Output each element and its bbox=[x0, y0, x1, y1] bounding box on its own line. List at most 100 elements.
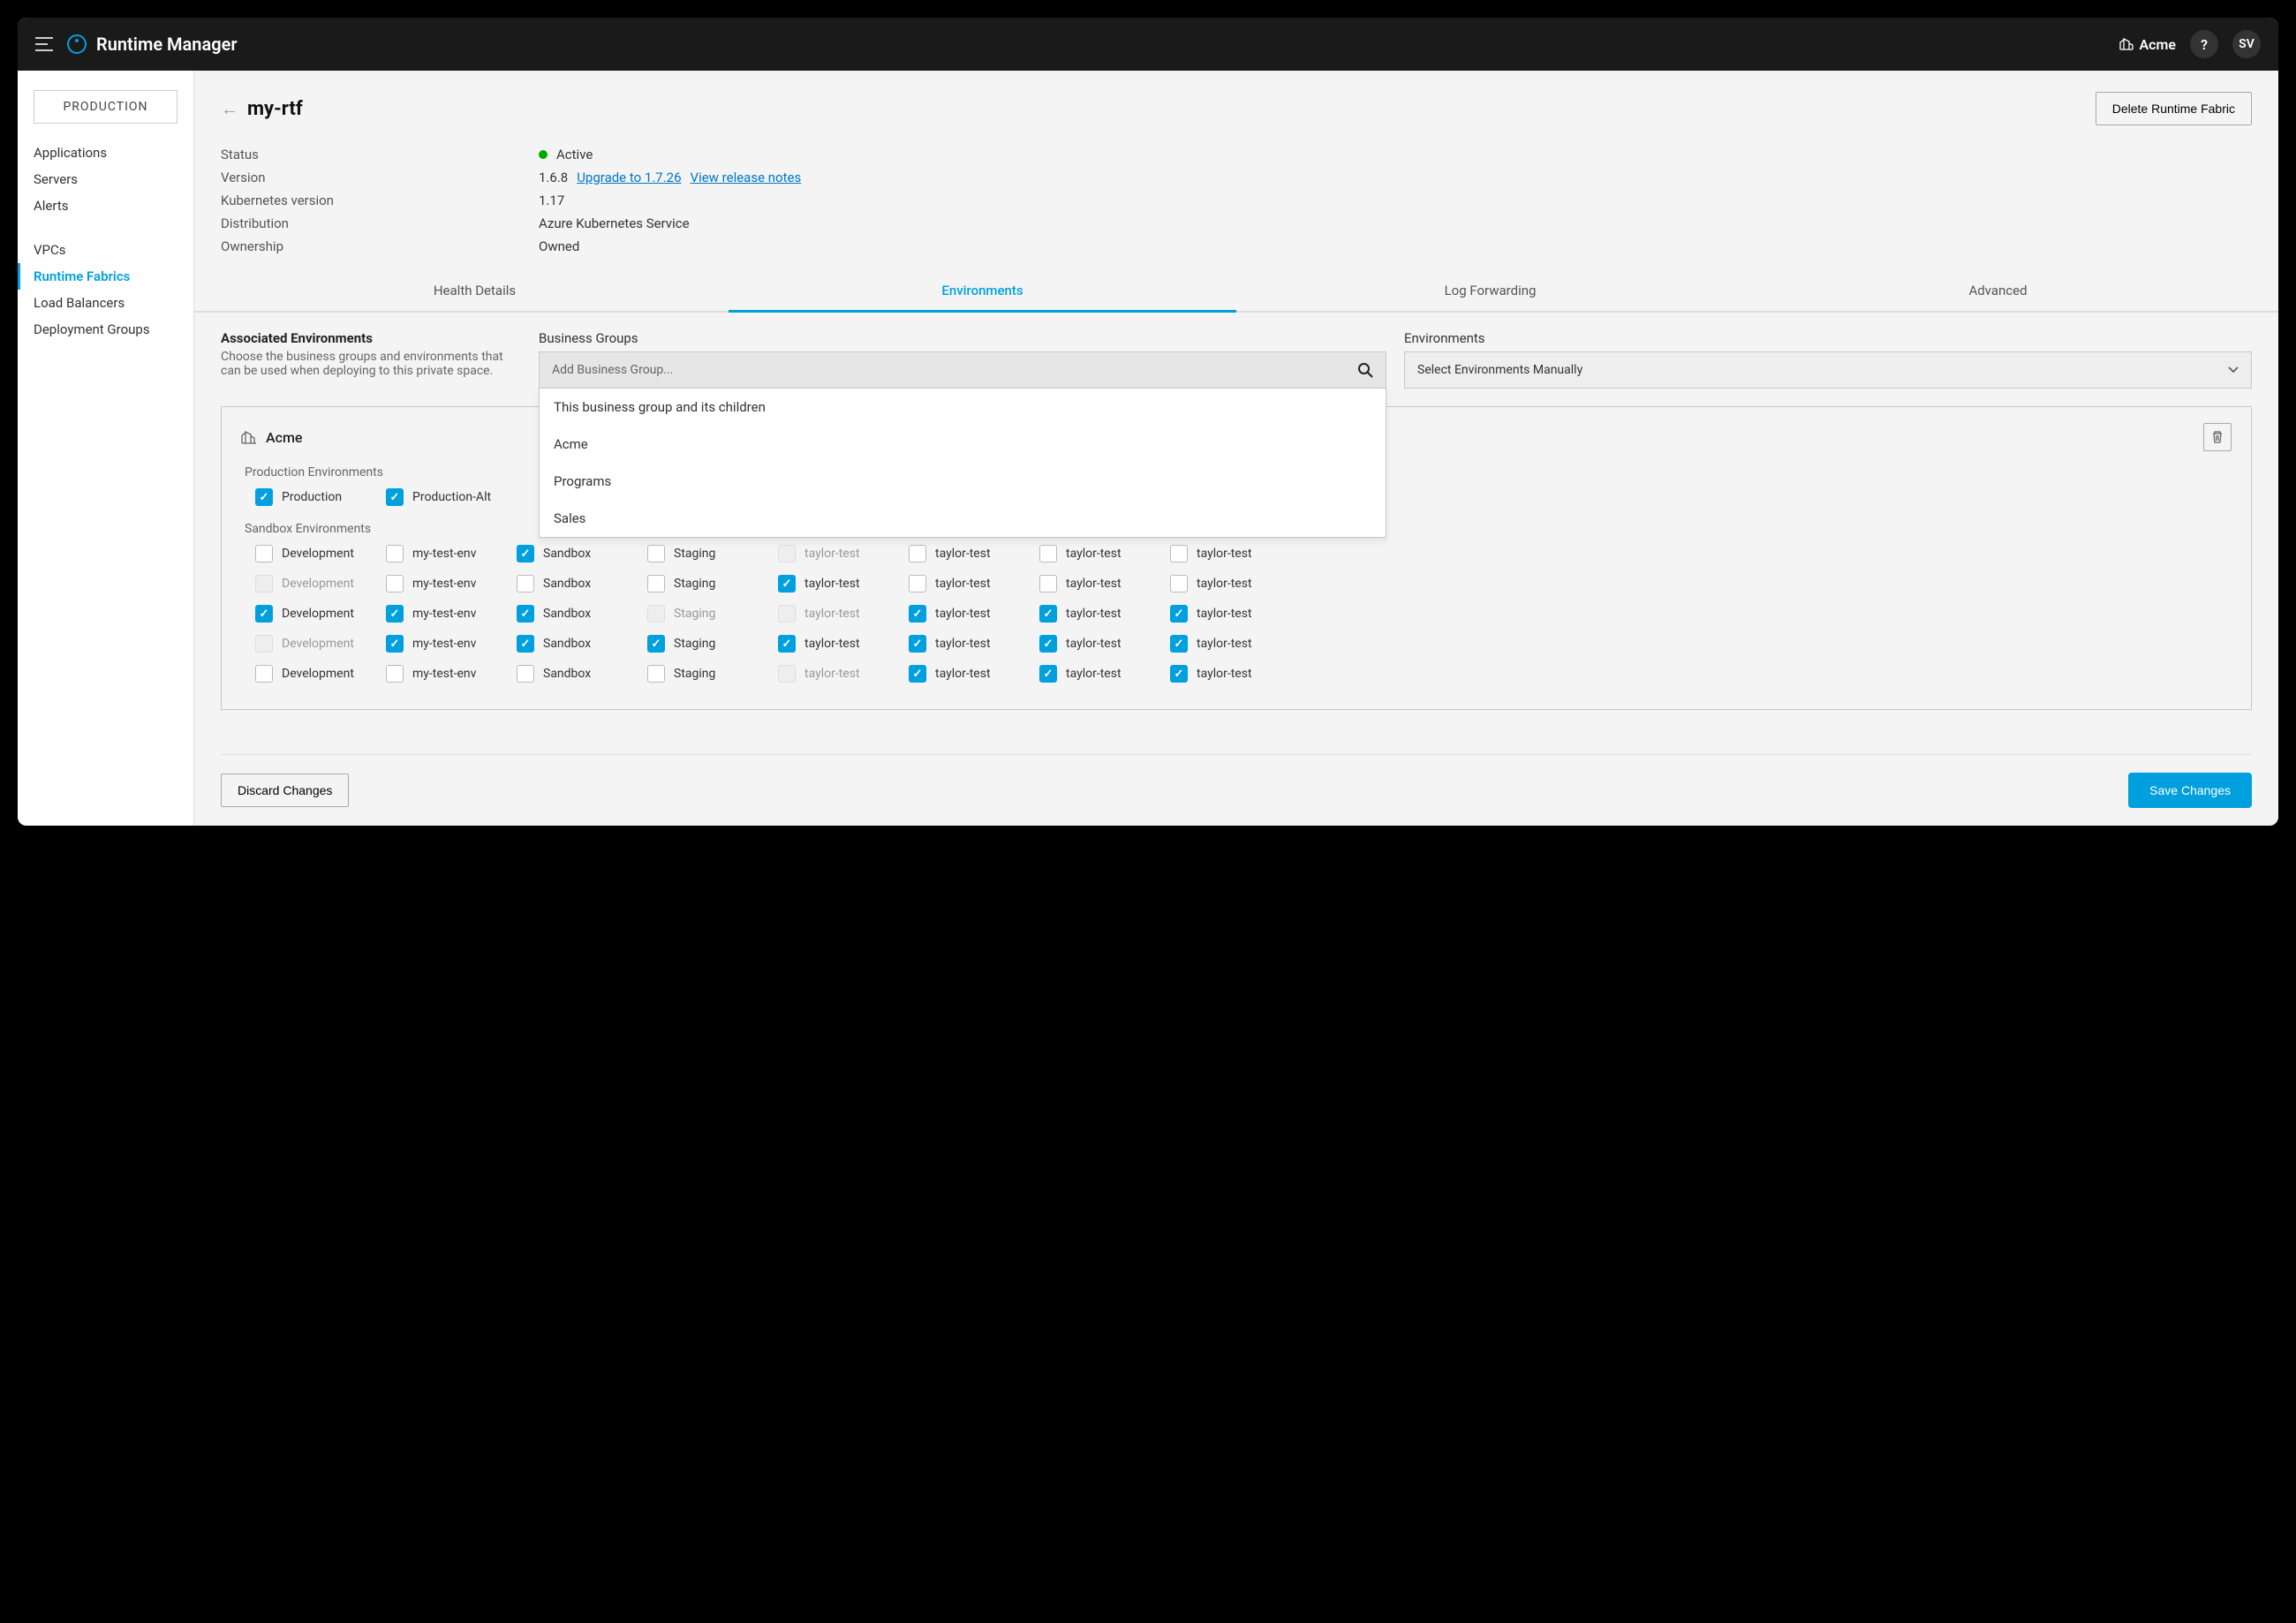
env-checkbox-item[interactable]: taylor-test bbox=[1170, 575, 1285, 593]
env-checkbox-item[interactable]: my-test-env bbox=[386, 575, 501, 593]
business-group-combobox[interactable]: Add Business Group... bbox=[539, 351, 1386, 389]
checkbox[interactable] bbox=[1170, 545, 1188, 562]
env-checkbox-item[interactable]: Staging bbox=[647, 545, 762, 562]
env-checkbox-item[interactable]: taylor-test bbox=[909, 665, 1023, 683]
checkbox[interactable] bbox=[386, 488, 404, 506]
checkbox[interactable] bbox=[909, 635, 926, 653]
env-checkbox-item[interactable]: Sandbox bbox=[517, 635, 631, 653]
sidebar-item-deployment-groups[interactable]: Deployment Groups bbox=[18, 316, 193, 343]
checkbox[interactable] bbox=[1170, 605, 1188, 623]
checkbox[interactable] bbox=[778, 575, 796, 593]
checkbox[interactable] bbox=[647, 635, 665, 653]
env-checkbox-item[interactable]: Sandbox bbox=[517, 575, 631, 593]
user-avatar[interactable]: SV bbox=[2232, 30, 2261, 58]
checkbox[interactable] bbox=[517, 665, 534, 683]
tab-health-details[interactable]: Health Details bbox=[221, 272, 729, 311]
env-checkbox-item[interactable]: taylor-test bbox=[909, 575, 1023, 593]
sidebar-item-vpcs[interactable]: VPCs bbox=[18, 237, 193, 263]
checkbox[interactable] bbox=[647, 545, 665, 562]
checkbox[interactable] bbox=[517, 545, 534, 562]
sidebar-item-load-balancers[interactable]: Load Balancers bbox=[18, 290, 193, 316]
checkbox[interactable] bbox=[1039, 665, 1057, 683]
env-checkbox-item[interactable]: taylor-test bbox=[778, 575, 893, 593]
checkbox[interactable] bbox=[1039, 635, 1057, 653]
dropdown-item[interactable]: Sales bbox=[540, 500, 1386, 537]
menu-icon[interactable] bbox=[35, 37, 53, 51]
checkbox[interactable] bbox=[1039, 545, 1057, 562]
checkbox[interactable] bbox=[517, 635, 534, 653]
env-checkbox-item[interactable]: Development bbox=[255, 665, 370, 683]
checkbox[interactable] bbox=[386, 605, 404, 623]
checkbox[interactable] bbox=[909, 545, 926, 562]
back-arrow-icon[interactable]: ← bbox=[221, 98, 238, 120]
checkbox[interactable] bbox=[517, 575, 534, 593]
dropdown-item[interactable]: Programs bbox=[540, 463, 1386, 500]
checkbox[interactable] bbox=[1039, 575, 1057, 593]
checkbox[interactable] bbox=[255, 665, 273, 683]
env-checkbox-item[interactable]: Development bbox=[255, 545, 370, 562]
env-checkbox-item[interactable]: my-test-env bbox=[386, 545, 501, 562]
checkbox[interactable] bbox=[255, 545, 273, 562]
checkbox[interactable] bbox=[386, 635, 404, 653]
env-checkbox-item[interactable]: taylor-test bbox=[1170, 665, 1285, 683]
discard-button[interactable]: Discard Changes bbox=[221, 774, 349, 807]
checkbox[interactable] bbox=[386, 575, 404, 593]
environment-selector[interactable]: PRODUCTION bbox=[34, 90, 177, 124]
sidebar-item-alerts[interactable]: Alerts bbox=[18, 192, 193, 219]
env-checkbox-item[interactable]: taylor-test bbox=[1039, 665, 1154, 683]
env-checkbox-item[interactable]: Development bbox=[255, 605, 370, 623]
env-checkbox-item[interactable]: Sandbox bbox=[517, 605, 631, 623]
dropdown-item[interactable]: This business group and its children bbox=[540, 389, 1386, 426]
env-checkbox-item[interactable]: Production-Alt bbox=[386, 488, 501, 506]
env-checkbox-item[interactable]: Staging bbox=[647, 575, 762, 593]
env-checkbox-item[interactable]: Sandbox bbox=[517, 665, 631, 683]
tab-log-forwarding[interactable]: Log Forwarding bbox=[1236, 272, 1744, 311]
env-checkbox-item[interactable]: taylor-test bbox=[1039, 545, 1154, 562]
tab-environments[interactable]: Environments bbox=[729, 272, 1236, 311]
checkbox[interactable] bbox=[778, 635, 796, 653]
checkbox[interactable] bbox=[909, 605, 926, 623]
environments-select[interactable]: Select Environments Manually bbox=[1404, 351, 2252, 389]
env-checkbox-item[interactable]: my-test-env bbox=[386, 665, 501, 683]
sidebar-item-servers[interactable]: Servers bbox=[18, 166, 193, 192]
env-checkbox-item[interactable]: Staging bbox=[647, 665, 762, 683]
checkbox[interactable] bbox=[647, 665, 665, 683]
checkbox[interactable] bbox=[647, 575, 665, 593]
org-switcher[interactable]: Acme bbox=[2119, 36, 2176, 53]
sidebar-item-runtime-fabrics[interactable]: Runtime Fabrics bbox=[18, 263, 193, 290]
delete-fabric-button[interactable]: Delete Runtime Fabric bbox=[2096, 92, 2252, 125]
env-checkbox-item[interactable]: my-test-env bbox=[386, 635, 501, 653]
help-button[interactable]: ? bbox=[2190, 30, 2218, 58]
checkbox[interactable] bbox=[255, 488, 273, 506]
env-checkbox-item[interactable]: taylor-test bbox=[1039, 575, 1154, 593]
checkbox[interactable] bbox=[1170, 635, 1188, 653]
sidebar-item-applications[interactable]: Applications bbox=[18, 140, 193, 166]
env-checkbox-item[interactable]: taylor-test bbox=[909, 635, 1023, 653]
env-checkbox-item[interactable]: taylor-test bbox=[1170, 635, 1285, 653]
checkbox[interactable] bbox=[1170, 665, 1188, 683]
release-notes-link[interactable]: View release notes bbox=[691, 170, 802, 185]
env-checkbox-item[interactable]: taylor-test bbox=[1039, 635, 1154, 653]
env-checkbox-item[interactable]: my-test-env bbox=[386, 605, 501, 623]
checkbox[interactable] bbox=[386, 665, 404, 683]
env-checkbox-item[interactable]: Production bbox=[255, 488, 370, 506]
env-checkbox-item[interactable]: taylor-test bbox=[909, 605, 1023, 623]
checkbox[interactable] bbox=[386, 545, 404, 562]
upgrade-link[interactable]: Upgrade to 1.7.26 bbox=[577, 170, 681, 185]
delete-group-button[interactable] bbox=[2203, 423, 2232, 451]
env-checkbox-item[interactable]: taylor-test bbox=[1170, 545, 1285, 562]
checkbox[interactable] bbox=[1039, 605, 1057, 623]
tab-advanced[interactable]: Advanced bbox=[1744, 272, 2252, 311]
env-checkbox-item[interactable]: Staging bbox=[647, 635, 762, 653]
env-checkbox-item[interactable]: taylor-test bbox=[1039, 605, 1154, 623]
checkbox[interactable] bbox=[255, 605, 273, 623]
env-checkbox-item[interactable]: taylor-test bbox=[778, 635, 893, 653]
checkbox[interactable] bbox=[517, 605, 534, 623]
env-checkbox-item[interactable]: taylor-test bbox=[909, 545, 1023, 562]
dropdown-item[interactable]: Acme bbox=[540, 426, 1386, 463]
checkbox[interactable] bbox=[909, 665, 926, 683]
checkbox[interactable] bbox=[1170, 575, 1188, 593]
env-checkbox-item[interactable]: taylor-test bbox=[1170, 605, 1285, 623]
checkbox[interactable] bbox=[909, 575, 926, 593]
env-checkbox-item[interactable]: Sandbox bbox=[517, 545, 631, 562]
